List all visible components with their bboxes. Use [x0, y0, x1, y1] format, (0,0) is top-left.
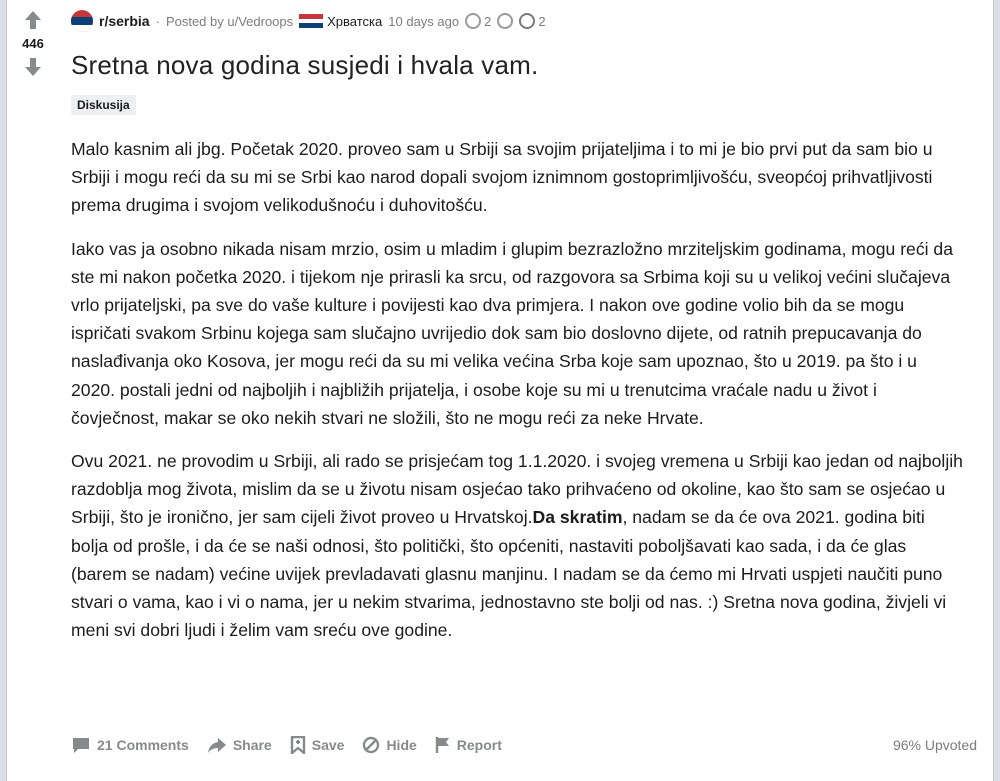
upvote-ratio: 96% Upvoted [892, 737, 977, 753]
post-title[interactable]: Sretna nova godina susjedi i hvala vam. [71, 50, 973, 81]
posted-by[interactable]: Posted by u/Vedroops [166, 14, 293, 29]
save-icon [290, 736, 305, 754]
comment-icon [73, 738, 89, 753]
report-label: Report [456, 737, 502, 753]
report-button[interactable]: Report [435, 736, 502, 754]
post-body: Malo kasnim ali jbg. Početak 2020. prove… [71, 135, 973, 644]
share-label: Share [232, 737, 272, 753]
post-age[interactable]: 10 days ago [388, 14, 459, 29]
save-label: Save [311, 737, 345, 753]
paragraph-1: Malo kasnim ali jbg. Početak 2020. prove… [71, 139, 933, 216]
report-icon [435, 737, 449, 753]
upvote-arrow-icon [25, 11, 41, 29]
award-count: 2 [538, 13, 546, 29]
award-count: 2 [484, 13, 492, 29]
upvote-button[interactable] [21, 8, 45, 32]
award-3[interactable]: 2 [519, 13, 546, 29]
vote-column: 446 [7, 8, 59, 79]
meta-separator: · [155, 13, 160, 29]
downvote-button[interactable] [21, 55, 45, 79]
share-icon [207, 738, 226, 753]
comments-label: 21 Comments [97, 737, 189, 753]
hide-icon [363, 736, 380, 754]
vote-score: 446 [22, 36, 44, 51]
hide-label: Hide [386, 737, 417, 753]
post-meta: r/serbia · Posted by u/Vedroops Хрватска… [71, 4, 973, 38]
save-button[interactable]: Save [290, 736, 345, 754]
award-1[interactable]: 2 [465, 13, 491, 29]
user-flair-text: Хрватска [327, 13, 383, 29]
award-icon [465, 13, 482, 29]
share-button[interactable]: Share [207, 736, 272, 754]
downvote-arrow-icon [25, 58, 41, 76]
post-content: r/serbia · Posted by u/Vedroops Хрватска… [71, 0, 973, 659]
post-card: 446 r/serbia · Posted by u/Vedroops Хрва… [6, 0, 994, 781]
hide-button[interactable]: Hide [362, 736, 417, 754]
post-flair[interactable]: Diskusija [71, 95, 136, 115]
award-icon [519, 13, 536, 29]
post-actions: 21 Comments Share Save Hide Report 96% U… [71, 730, 977, 760]
paragraph-3-bold: Da skratim [532, 507, 623, 528]
subreddit-icon[interactable] [71, 10, 93, 32]
paragraph-2: Iako vas ja osobno nikada nisam mrzio, o… [71, 238, 954, 428]
award-2[interactable] [497, 13, 514, 29]
user-flair: Хрватска [299, 14, 382, 29]
paragraph-3: Ovu 2021. ne provodim u Srbiji, ali rado… [71, 447, 965, 644]
croatia-flag-icon [299, 14, 324, 29]
award-icon [497, 13, 514, 29]
subreddit-link[interactable]: r/serbia [99, 13, 150, 29]
comments-button[interactable]: 21 Comments [71, 736, 189, 754]
